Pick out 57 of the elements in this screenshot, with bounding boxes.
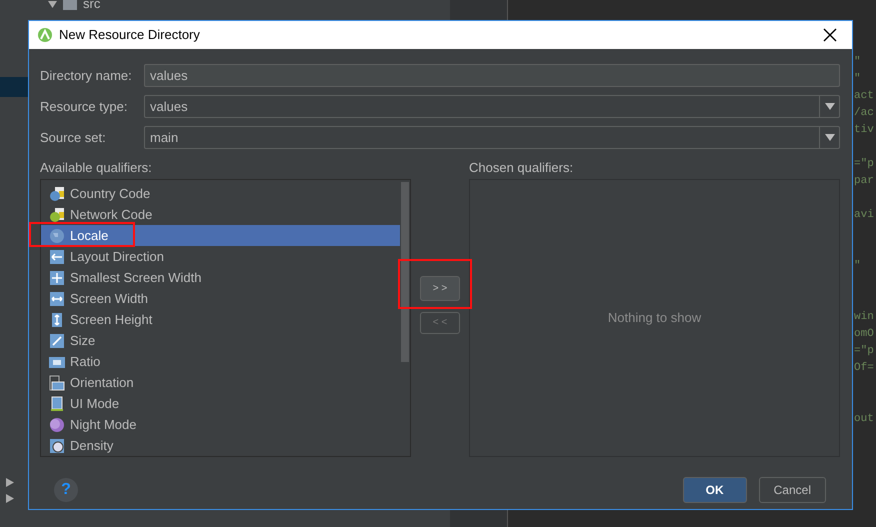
field-label: Resource type: (40, 98, 128, 116)
list-label: Available qualifiers: (40, 159, 153, 178)
dropdown-arrow-icon[interactable] (824, 134, 834, 141)
code-text: omO (854, 328, 874, 340)
scrollbar-thumb[interactable] (401, 182, 409, 362)
qualifier-item[interactable]: Locale (41, 225, 400, 246)
qualifier-item[interactable]: UI Mode (41, 393, 400, 414)
qualifier-item[interactable]: Size (41, 330, 400, 351)
density-icon (49, 438, 65, 454)
qualifier-item[interactable]: Night Mode (41, 414, 400, 435)
diagonal-arrow-icon (49, 332, 65, 348)
device-icon (49, 396, 65, 412)
code-text: act (854, 90, 874, 102)
qualifier-item[interactable]: Screen Height (41, 309, 400, 330)
antenna-card-icon (49, 206, 65, 222)
ok-button[interactable]: OK (682, 477, 747, 503)
qualifier-item[interactable]: Orientation (41, 372, 400, 393)
dropdown-arrow-icon[interactable] (824, 103, 834, 110)
qualifier-item[interactable]: Density (41, 435, 400, 456)
field-label: Directory name: (40, 66, 133, 85)
dropdown-field[interactable]: values (144, 95, 840, 118)
folder-icon (63, 0, 77, 10)
code-text: Of= (854, 362, 874, 374)
qualifier-item[interactable]: Country Code (41, 183, 400, 204)
code-text: " (854, 56, 861, 68)
move-button[interactable]: > > (420, 276, 460, 301)
qualifier-item[interactable]: Layout Direction (41, 246, 400, 267)
text-field[interactable]: values (144, 64, 840, 87)
close-icon[interactable] (823, 28, 837, 42)
cancel-button[interactable]: Cancel (758, 477, 826, 503)
android-icon (37, 27, 53, 43)
qualifier-item[interactable]: Screen Width (41, 288, 400, 309)
globe-card-icon (49, 186, 65, 202)
code-text: win (854, 311, 874, 323)
globe-icon (49, 228, 65, 244)
field-label: Source set: (40, 128, 107, 147)
code-text: /ac (854, 107, 874, 119)
window-title: New Resource Directory (59, 26, 200, 44)
qualifier-item[interactable]: Ratio (41, 351, 400, 372)
code-text: out (854, 413, 874, 425)
code-text: " (854, 260, 861, 272)
code-text: ="p (854, 345, 874, 357)
code-text: " (854, 73, 861, 85)
code-text: avi (854, 209, 874, 221)
code-text: par (854, 175, 874, 187)
dropdown-field[interactable]: main (144, 126, 840, 149)
resize-cross-icon (49, 270, 65, 286)
code-text: ="p (854, 158, 874, 170)
list-label: Chosen qualifiers: (469, 159, 574, 178)
qualifier-item[interactable]: Smallest Screen Width (41, 267, 400, 288)
orientation-icon (49, 374, 65, 390)
code-text: tiv (854, 124, 874, 136)
qualifier-item[interactable]: Network Code (41, 204, 400, 225)
moon-icon (49, 416, 65, 432)
expanded-arrow-icon[interactable] (48, 0, 57, 8)
empty-message: Nothing to show (608, 309, 702, 328)
tree-item[interactable]: src (83, 0, 100, 14)
